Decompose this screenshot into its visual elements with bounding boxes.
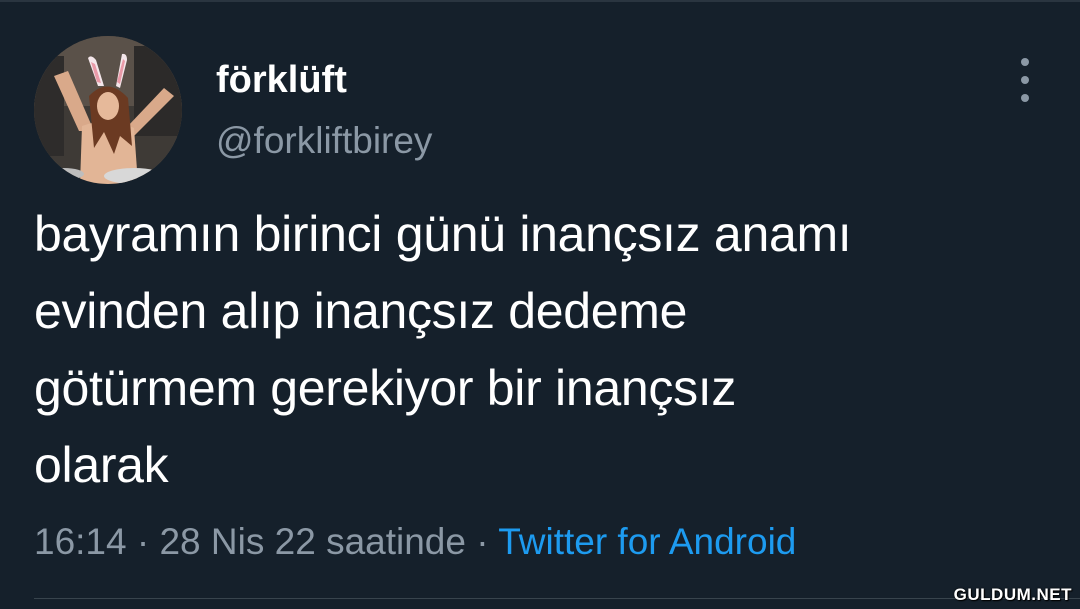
watermark: GULDUM.NET	[953, 585, 1072, 604]
meta-separator: ·	[126, 521, 160, 562]
top-divider	[0, 0, 1080, 2]
tweet-text: bayramın birinci günü inançsız anamı evi…	[34, 206, 852, 493]
more-dot	[1021, 58, 1029, 66]
tweet-date[interactable]: 28 Nis 22 saatinde	[159, 521, 465, 562]
more-dot	[1021, 76, 1029, 84]
more-vertical-icon[interactable]	[1008, 58, 1042, 102]
avatar[interactable]	[34, 36, 182, 184]
display-name[interactable]: förklüft	[216, 56, 347, 104]
tweet-meta: 16:14 · 28 Nis 22 saatinde · Twitter for…	[34, 518, 796, 566]
tweet-time[interactable]: 16:14	[34, 521, 127, 562]
meta-separator: ·	[465, 521, 499, 562]
tweet-source-link[interactable]: Twitter for Android	[498, 521, 796, 562]
user-handle[interactable]: @forkliftbirey	[216, 117, 432, 165]
bottom-divider	[34, 598, 1080, 599]
more-dot	[1021, 94, 1029, 102]
avatar-image	[34, 36, 182, 184]
